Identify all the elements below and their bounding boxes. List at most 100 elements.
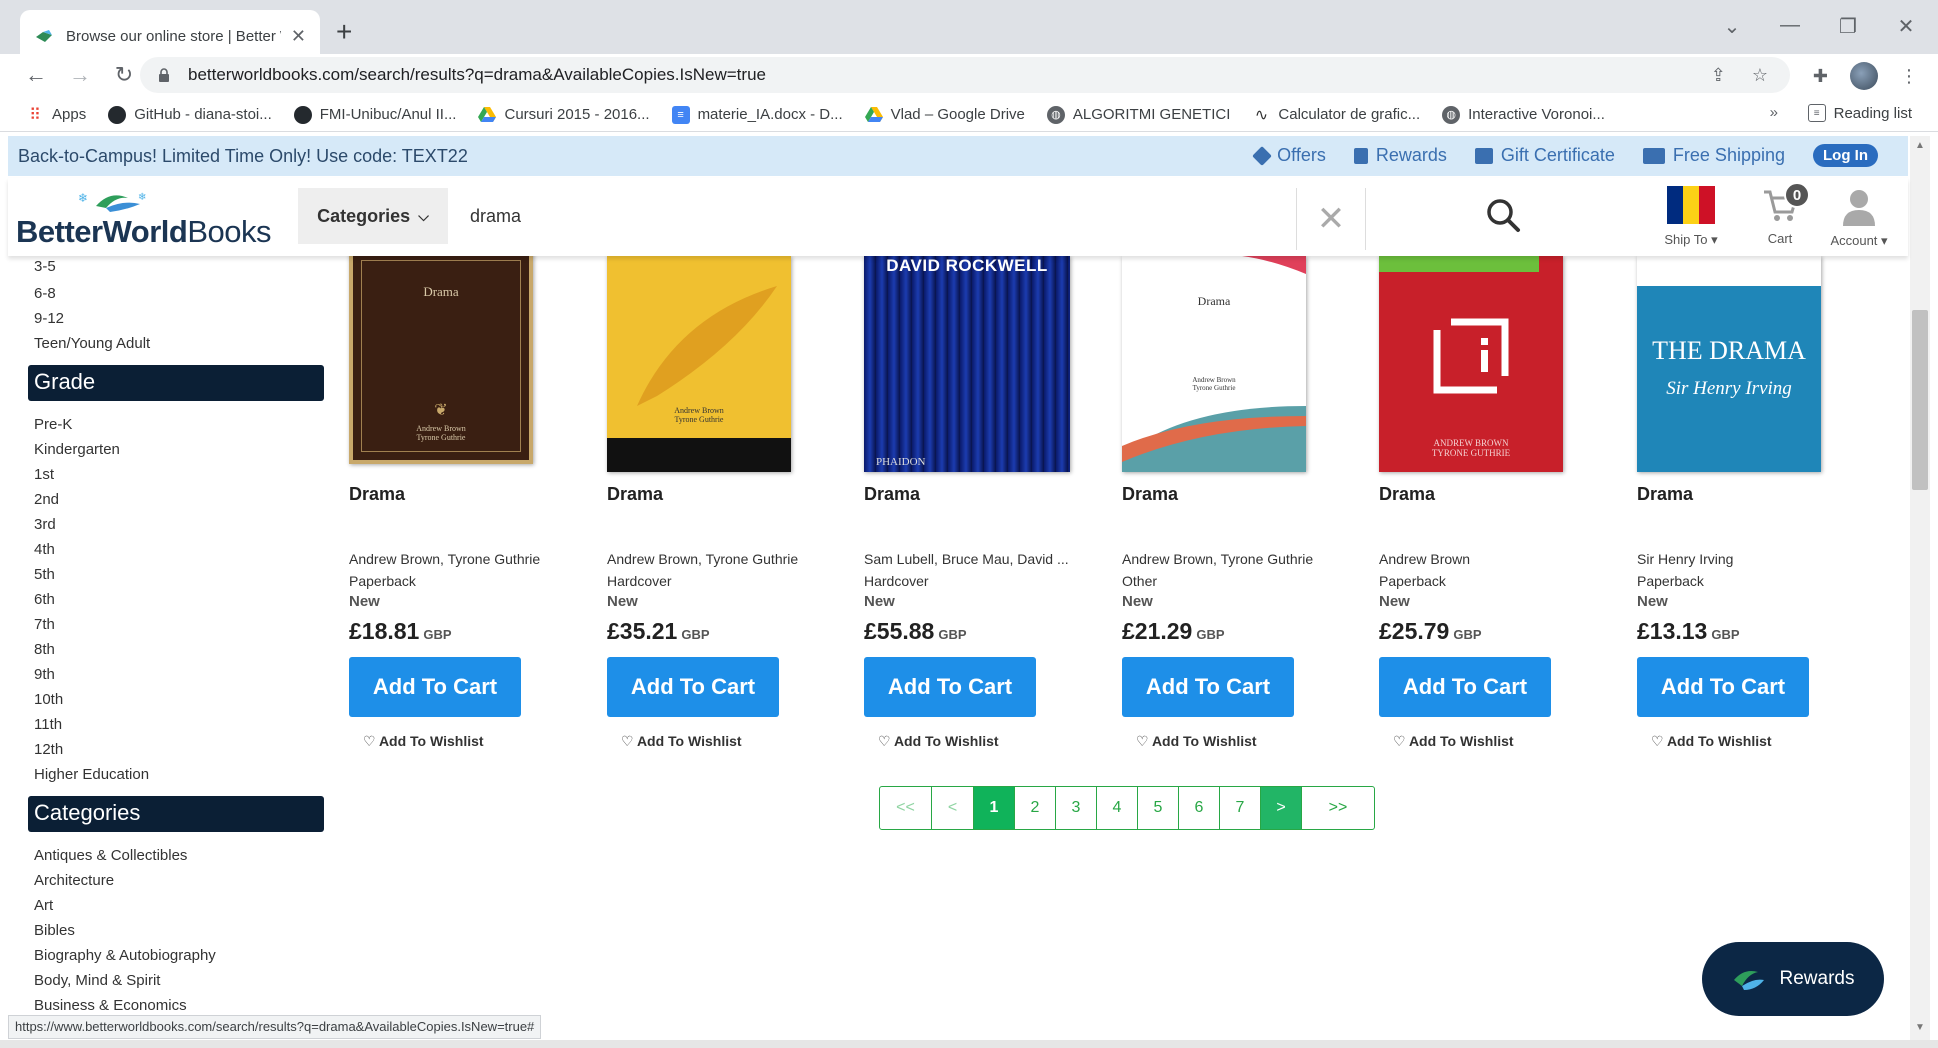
- filter-grade-item[interactable]: 10th: [28, 687, 328, 712]
- page-first-button[interactable]: <<: [880, 787, 932, 829]
- cart-button[interactable]: 0 Cart: [1750, 182, 1810, 246]
- add-to-wishlist-link[interactable]: ♡ Add To Wishlist: [1122, 733, 1332, 750]
- add-to-wishlist-link[interactable]: ♡ Add To Wishlist: [607, 733, 817, 750]
- page-5-button[interactable]: 5: [1138, 787, 1179, 829]
- reading-list-button[interactable]: ≡ Reading list: [1807, 104, 1912, 122]
- filter-grade-item[interactable]: 2nd: [28, 487, 328, 512]
- scrollbar-thumb[interactable]: [1912, 310, 1928, 490]
- tab-close-icon[interactable]: ✕: [291, 26, 306, 47]
- scroll-down-arrow-icon[interactable]: ▼: [1912, 1022, 1928, 1033]
- search-icon[interactable]: [1484, 196, 1524, 236]
- product-author[interactable]: Sir Henry Irving: [1637, 548, 1852, 570]
- rewards-floating-button[interactable]: Rewards: [1702, 942, 1884, 1016]
- page-3-button[interactable]: 3: [1056, 787, 1097, 829]
- offers-link[interactable]: Offers: [1252, 145, 1326, 166]
- page-last-button[interactable]: >>: [1302, 787, 1374, 829]
- rewards-link[interactable]: Rewards: [1353, 145, 1447, 166]
- filter-grade-item[interactable]: 12th: [28, 737, 328, 762]
- filter-grade-item[interactable]: Kindergarten: [28, 437, 328, 462]
- bookmark-drive-2[interactable]: Vlad – Google Drive: [864, 106, 1025, 124]
- extensions-puzzle-icon[interactable]: ✚: [1813, 66, 1828, 87]
- filter-category-item[interactable]: Biography & Autobiography: [28, 943, 328, 968]
- filter-grade-item[interactable]: 7th: [28, 612, 328, 637]
- page-scrollbar[interactable]: [1910, 136, 1930, 1040]
- filter-grade-item[interactable]: 3rd: [28, 512, 328, 537]
- add-to-cart-button[interactable]: Add To Cart: [1122, 657, 1294, 717]
- book-cover[interactable]: Drama ❦ Andrew Brown Tyrone Guthrie: [349, 248, 533, 464]
- gift-certificate-link[interactable]: Gift Certificate: [1474, 145, 1615, 166]
- bookmark-algoritmi[interactable]: ◍ ALGORITMI GENETICI: [1046, 105, 1230, 124]
- new-tab-button[interactable]: +: [336, 18, 352, 46]
- product-author[interactable]: Andrew Brown, Tyrone Guthrie: [349, 548, 564, 570]
- filter-category-item[interactable]: Antiques & Collectibles: [28, 843, 328, 868]
- bookmark-voronoi[interactable]: ◍ Interactive Voronoi...: [1442, 105, 1605, 124]
- add-to-wishlist-link[interactable]: ♡ Add To Wishlist: [1379, 733, 1589, 750]
- filter-grade-item[interactable]: Pre-K: [28, 412, 328, 437]
- filter-grade-item[interactable]: 6th: [28, 587, 328, 612]
- add-to-cart-button[interactable]: Add To Cart: [864, 657, 1036, 717]
- bookmark-calculator[interactable]: ∿ Calculator de grafic...: [1252, 106, 1420, 124]
- filter-category-item[interactable]: Art: [28, 893, 328, 918]
- page-next-button[interactable]: >: [1261, 787, 1302, 829]
- filter-age-item[interactable]: 6-8: [28, 281, 328, 306]
- betterworldbooks-logo[interactable]: ❄ ❄ BetterWorldBooks: [16, 188, 286, 249]
- filter-category-item[interactable]: Business & Economics: [28, 993, 328, 1016]
- account-menu[interactable]: Account ▾: [1824, 186, 1894, 249]
- address-bar[interactable]: betterworldbooks.com/search/results?q=dr…: [140, 57, 1790, 93]
- book-cover[interactable]: Drama Andrew Brown Tyrone Guthrie: [1122, 256, 1306, 472]
- filter-category-item[interactable]: Bibles: [28, 918, 328, 943]
- page-prev-button[interactable]: <: [932, 787, 974, 829]
- login-button[interactable]: Log In: [1813, 144, 1878, 167]
- filter-grade-item[interactable]: 8th: [28, 637, 328, 662]
- share-icon[interactable]: ⇪: [1711, 65, 1726, 86]
- browser-menu-icon[interactable]: ⋮: [1900, 66, 1918, 87]
- add-to-cart-button[interactable]: Add To Cart: [607, 657, 779, 717]
- search-input[interactable]: [456, 196, 1256, 236]
- categories-dropdown[interactable]: Categories ⌵: [298, 188, 448, 244]
- clear-search-icon[interactable]: ✕: [1296, 188, 1366, 250]
- filter-grade-item[interactable]: 11th: [28, 712, 328, 737]
- page-6-button[interactable]: 6: [1179, 787, 1220, 829]
- filter-age-item[interactable]: 3-5: [28, 256, 328, 281]
- page-2-button[interactable]: 2: [1015, 787, 1056, 829]
- ship-to-selector[interactable]: Ship To ▾: [1656, 186, 1726, 248]
- filter-category-item[interactable]: Body, Mind & Spirit: [28, 968, 328, 993]
- filter-age-item[interactable]: 9-12: [28, 306, 328, 331]
- add-to-cart-button[interactable]: Add To Cart: [1379, 657, 1551, 717]
- filter-grade-item[interactable]: 5th: [28, 562, 328, 587]
- product-author[interactable]: Andrew Brown, Tyrone Guthrie: [1122, 548, 1337, 570]
- forward-arrow-icon[interactable]: →: [58, 62, 102, 88]
- page-4-button[interactable]: 4: [1097, 787, 1138, 829]
- bookmark-drive-1[interactable]: Cursuri 2015 - 2016...: [478, 106, 650, 124]
- product-title[interactable]: Drama: [864, 484, 1074, 548]
- filter-grade-item[interactable]: 1st: [28, 462, 328, 487]
- add-to-cart-button[interactable]: Add To Cart: [349, 657, 521, 717]
- filter-grade-item[interactable]: 4th: [28, 537, 328, 562]
- bookmarks-overflow-button[interactable]: »: [1770, 104, 1778, 121]
- bookmark-star-icon[interactable]: ☆: [1752, 65, 1768, 86]
- product-author[interactable]: Andrew Brown: [1379, 548, 1594, 570]
- product-author[interactable]: Sam Lubell, Bruce Mau, David ...: [864, 548, 1079, 570]
- product-author[interactable]: Andrew Brown, Tyrone Guthrie: [607, 548, 822, 570]
- filter-age-item[interactable]: Teen/Young Adult: [28, 331, 328, 356]
- filter-category-item[interactable]: Architecture: [28, 868, 328, 893]
- add-to-wishlist-link[interactable]: ♡ Add To Wishlist: [864, 733, 1074, 750]
- bookmark-github-1[interactable]: GitHub - diana-stoi...: [108, 105, 272, 124]
- add-to-wishlist-link[interactable]: ♡ Add To Wishlist: [349, 733, 559, 750]
- back-arrow-icon[interactable]: ←: [14, 62, 58, 88]
- page-7-button[interactable]: 7: [1220, 787, 1261, 829]
- book-cover[interactable]: ANDREW BROWN TYRONE GUTHRIE: [1379, 256, 1563, 472]
- add-to-wishlist-link[interactable]: ♡ Add To Wishlist: [1637, 733, 1847, 750]
- filter-grade-item[interactable]: 9th: [28, 662, 328, 687]
- restore-icon[interactable]: ❐: [1838, 14, 1858, 39]
- profile-avatar[interactable]: [1850, 62, 1878, 90]
- product-title[interactable]: Drama: [1122, 484, 1332, 548]
- product-title[interactable]: Drama: [349, 484, 559, 548]
- product-title[interactable]: Drama: [1379, 484, 1589, 548]
- page-1-button[interactable]: 1: [974, 787, 1015, 829]
- filter-grade-item[interactable]: Higher Education: [28, 762, 328, 787]
- bookmark-apps[interactable]: ⠿ Apps: [26, 106, 86, 124]
- minimize-icon[interactable]: —: [1780, 14, 1800, 39]
- scroll-up-arrow-icon[interactable]: ▲: [1912, 140, 1928, 151]
- bookmark-docs[interactable]: ≡ materie_IA.docx - D...: [671, 105, 843, 124]
